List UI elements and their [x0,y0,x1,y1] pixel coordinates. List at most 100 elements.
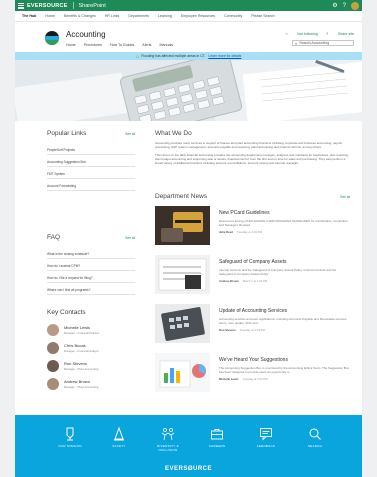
news-title[interactable]: New PCard Guidelines [219,210,350,216]
news-item[interactable]: Update of Accounting Services Accounting… [155,304,350,347]
news-item[interactable]: We've Heard Your Suggestions The Account… [155,353,350,396]
footer-label: OUR MISSION [58,444,82,448]
footer-link-safety[interactable]: SAFETY [99,427,139,449]
news-title[interactable]: We've Heard Your Suggestions [219,357,350,363]
user-avatar[interactable] [351,1,359,10]
news-description: The Accounting Suggestion Box is monitor… [219,366,349,374]
news-meta: Ron Stevens Tuesday at 4:34 PM [219,328,350,332]
contact-photo [47,342,59,354]
hub-nav-item[interactable]: Employee Resources [181,14,215,18]
alert-banner: ⚠ Flooding has affected multiple areas i… [15,52,362,60]
alert-text: Flooding has affected multiple areas in … [141,54,206,58]
site-search-box[interactable]: ⌕ Search Accounting [292,40,354,46]
suite-brand[interactable]: EVERSOURCE [27,3,68,9]
contact-card[interactable]: Michelle Lewis Manager - Financial Polic… [47,322,135,338]
faq-item[interactable]: How do I file a request for filing? [47,273,135,283]
key-contacts-header: Key Contacts [47,309,135,316]
hub-nav-item[interactable]: Benefits & Changes [64,14,96,18]
contact-name: Andrew Brown [64,379,91,384]
search-icon [309,428,321,440]
faq-title: FAQ [47,234,61,241]
faq-item[interactable]: Where can I find all programs? [47,285,135,295]
settings-icon[interactable]: ⚙ [332,2,337,9]
footer-link-mission[interactable]: OUR MISSION [50,427,90,449]
footer-label: DIVERSITY & INCLUSION [157,444,179,452]
news-author: Ron Stevens [219,328,236,332]
popular-links-list: PeopleSoft Projects Accounting Suggestio… [47,145,135,191]
footer-logo: EVERSØURCE [164,466,212,472]
faq-item[interactable]: What is the closing schedule? [47,249,135,259]
search-placeholder: Search Accounting [299,41,330,45]
hub-nav-item[interactable]: Departments [128,14,149,18]
calculator-photo [15,60,362,121]
news-meta: Andrew Brown March 7 at 2:43 PM [219,279,350,283]
site-nav-item[interactable]: Manuals [159,43,173,47]
news-description: Eversource Energy PURCHASING CARD PROGRA… [219,219,348,227]
key-contacts-list: Michelle Lewis Manager - Financial Polic… [47,322,135,392]
site-nav-item[interactable]: Procedures [84,43,102,47]
hub-nav-item[interactable]: HR Links [105,14,120,18]
contact-name: Michelle Lewis [64,325,91,330]
site-logo[interactable] [45,31,59,45]
suite-app-name[interactable]: SharePoint [79,3,106,9]
faq-item[interactable]: How do I access CPM? [47,261,135,271]
page: EVERSOURCE SharePoint ⚙ ? The Hub Home B… [15,0,362,477]
news-thumbnail [155,206,210,245]
faq-see-all[interactable]: See all [125,236,135,240]
contact-card[interactable]: Chris Bucak Manager - Financial Analyst [47,340,135,356]
suite-divider [72,2,74,9]
site-header: Accounting Home Procedures How To Guides… [15,22,362,53]
news-item[interactable]: New PCard Guidelines Eversource Energy P… [155,206,350,249]
site-nav-item[interactable]: How To Guides [110,43,134,47]
footer-label: FEEDBACK [256,444,276,448]
key-contacts-title: Key Contacts [47,309,86,316]
careers-icon [211,429,223,440]
footer-link-feedback[interactable]: FEEDBACK [246,427,286,449]
footer-link-search[interactable]: SEARCH [295,427,335,449]
news-meta: Michelle Lewis Tuesday at 4:34 PM [219,377,350,381]
news-item[interactable]: Safeguard of Company Assets Internal Con… [155,255,350,298]
help-icon[interactable]: ? [343,3,346,9]
site-nav-item[interactable]: Alerts [142,43,151,47]
faq-header: FAQ See all [47,234,135,241]
news-meta: Julie Reed Tuesday at 4:34 PM [219,230,350,234]
popular-link-item[interactable]: Accounting Suggestion Box [47,157,135,167]
footer-link-diversity[interactable]: DIVERSITY & INCLUSION [148,427,188,452]
contact-card[interactable]: Ron Stevens Manager - Plant Accounting [47,358,135,374]
hub-nav-item[interactable]: Please Search [251,14,274,18]
news-description: Accounting services and user application… [219,317,348,325]
follow-button[interactable]: ☆ Not following [285,32,318,36]
site-nav: Home Procedures How To Guides Alerts Man… [66,43,181,47]
news-date: Tuesday at 4:34 PM [242,377,268,381]
site-nav-item[interactable]: Home [66,43,76,47]
news-title[interactable]: Update of Accounting Services [219,308,350,314]
left-column: Popular Links See all PeopleSoft Project… [47,130,135,394]
footer-label: SEARCH [307,444,323,448]
popular-links-see-all[interactable]: See all [125,132,135,136]
news-thumbnail [155,353,210,392]
app-launcher-icon[interactable] [18,2,24,9]
footer-link-careers[interactable]: CAREERS [197,427,237,449]
popular-link-item[interactable]: PeopleSoft Projects [47,145,135,155]
hub-nav-item[interactable]: The Hub [22,14,36,18]
hub-nav-item[interactable]: Community [224,14,242,18]
popular-link-item[interactable]: FMT System [47,169,135,179]
contact-photo [47,378,59,390]
popular-links-header: Popular Links See all [47,130,135,137]
department-news-header: Department News See all [155,193,350,200]
news-date: Tuesday at 4:34 PM [239,328,265,332]
share-button[interactable]: ⇪ Share site [326,32,354,36]
news-date: Tuesday at 4:34 PM [237,230,262,234]
popular-link-item[interactable]: Account Forecasting [47,181,135,191]
contact-title: Manager - Plant Accounting [64,385,99,389]
contact-card[interactable]: Andrew Brown Manager - Plant Accounting [47,376,135,392]
hub-nav-item[interactable]: Home [45,14,55,18]
alert-link[interactable]: Learn more for details [208,54,241,58]
news-title[interactable]: Safeguard of Company Assets [219,259,350,265]
department-news-see-all[interactable]: See all [340,195,350,199]
site-title[interactable]: Accounting [66,30,106,39]
warning-icon: ⚠ [135,53,140,59]
hub-nav-item[interactable]: Learning [158,14,172,18]
site-footer: OUR MISSION SAFETY DIVERSITY & INCLUSION… [15,415,362,477]
mission-icon [66,427,74,441]
